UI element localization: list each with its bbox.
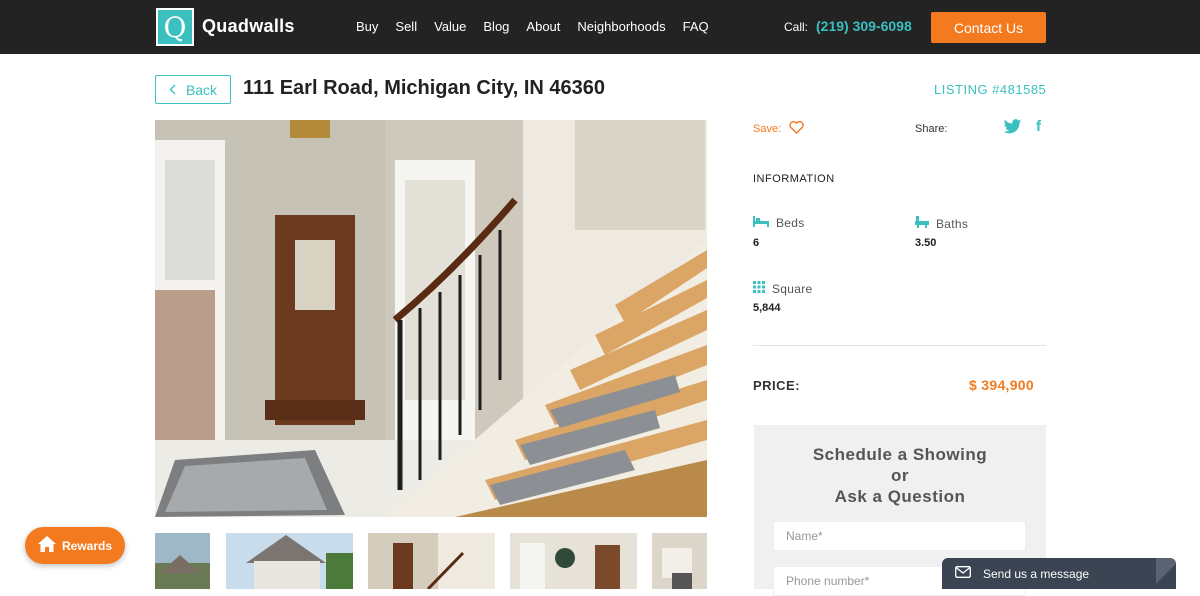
baths-label-text: Baths	[936, 216, 969, 231]
share-label: Share:	[915, 123, 948, 135]
twitter-icon[interactable]	[1003, 119, 1022, 140]
schedule-title-line2: or	[891, 466, 909, 485]
save-button[interactable]: Save:	[753, 121, 804, 137]
hall-tree	[265, 215, 365, 425]
back-label: Back	[185, 81, 218, 98]
nav-item-faq[interactable]: FAQ	[683, 19, 709, 34]
price-label: PRICE:	[753, 378, 801, 393]
home-icon	[37, 536, 56, 555]
phone-link[interactable]: (219) 309-6098	[816, 18, 912, 34]
page-title: 111 Earl Road, Michigan City, IN 46360	[243, 77, 606, 99]
facebook-icon[interactable]: f	[1036, 118, 1041, 135]
thumbnail[interactable]	[510, 533, 637, 589]
schedule-title-line3: Ask a Question	[834, 487, 966, 506]
nav-item-neighborhoods[interactable]: Neighborhoods	[577, 19, 665, 34]
square-label-text: Square	[772, 281, 813, 296]
price-value: $ 394,900	[969, 377, 1034, 393]
nav-item-about[interactable]: About	[526, 19, 560, 34]
main-listing-photo[interactable]	[155, 120, 707, 517]
beds-value: 6	[753, 237, 760, 249]
nav-item-sell[interactable]: Sell	[395, 19, 417, 34]
chevron-left-icon	[169, 82, 176, 98]
brand-name[interactable]: Quadwalls	[202, 16, 295, 37]
square-label: Square	[753, 281, 813, 296]
schedule-title: Schedule a Showing or Ask a Question	[754, 444, 1046, 507]
baths-value: 3.50	[915, 237, 937, 249]
logo-letter: Q	[163, 10, 187, 44]
contact-us-button[interactable]: Contact Us	[931, 12, 1046, 43]
nav-item-blog[interactable]: Blog	[483, 19, 509, 34]
thumbnail[interactable]	[226, 533, 353, 589]
bath-icon	[915, 216, 929, 231]
photo-thumbnails	[155, 533, 707, 589]
heart-icon	[789, 121, 804, 137]
rewards-label: Rewards	[61, 538, 113, 553]
beds-label-text: Beds	[776, 216, 805, 230]
save-label: Save:	[753, 123, 782, 135]
bed-icon	[753, 216, 769, 230]
divider	[753, 345, 1046, 346]
back-button[interactable]: Back	[155, 75, 231, 104]
message-label: Send us a message	[983, 566, 1090, 581]
thumbnail[interactable]	[368, 533, 495, 589]
nav-item-buy[interactable]: Buy	[356, 19, 378, 34]
grid-icon	[753, 281, 765, 296]
envelope-icon	[955, 566, 971, 581]
thumbnail[interactable]	[155, 533, 210, 589]
rewards-button[interactable]: Rewards	[25, 527, 125, 564]
logo-icon[interactable]: Q	[156, 8, 194, 46]
nav-item-value[interactable]: Value	[434, 19, 466, 34]
send-message-button[interactable]: Send us a message	[942, 558, 1176, 589]
main-nav: Buy Sell Value Blog About Neighborhoods …	[356, 19, 709, 34]
schedule-title-line1: Schedule a Showing	[812, 445, 988, 464]
thumbnail[interactable]	[652, 533, 707, 589]
beds-label: Beds	[753, 216, 805, 230]
baths-label: Baths	[915, 216, 968, 231]
listing-number: LISTING #481585	[934, 82, 1047, 97]
site-header: Q Quadwalls Buy Sell Value Blog About Ne…	[0, 0, 1200, 54]
information-heading: INFORMATION	[753, 173, 835, 185]
message-fold	[1156, 558, 1176, 589]
name-field[interactable]: Name*	[773, 521, 1026, 551]
call-label: Call:	[784, 20, 809, 34]
square-value: 5,844	[753, 302, 781, 314]
